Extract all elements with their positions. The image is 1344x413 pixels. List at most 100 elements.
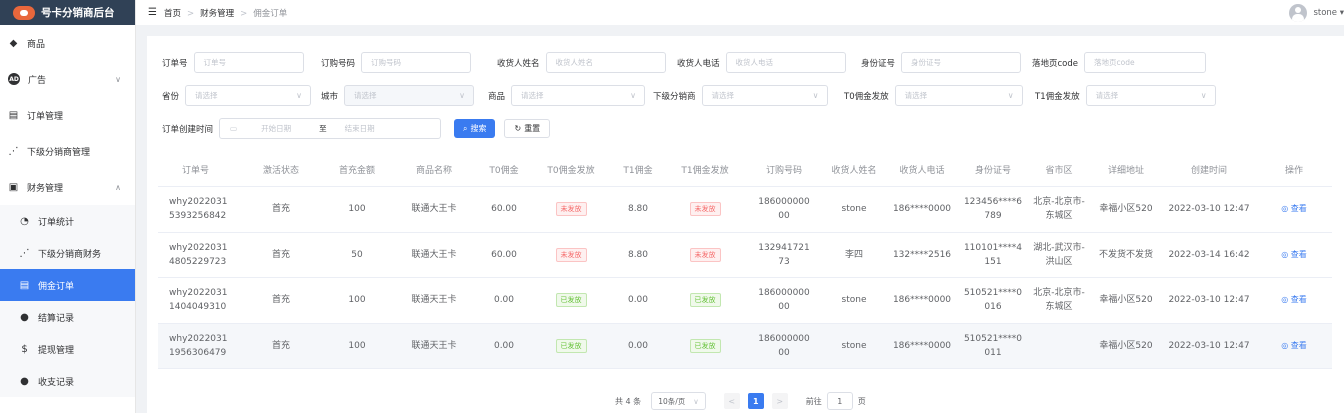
page-unit-label: 页 [857, 396, 866, 406]
city-placeholder: 请选择 [354, 91, 377, 100]
t1-placeholder: 请选择 [1095, 91, 1119, 100]
cell-text: 北京-北京市-东城区 [1033, 197, 1085, 222]
search-button[interactable]: ⌕ 搜索 [454, 119, 496, 138]
table-row: why20220311404049310 首充 100 联通天王卡 0.00 已发放 0.0… [158, 278, 1332, 324]
cell-name: stone [822, 202, 886, 216]
cell-amount: 100 [324, 202, 390, 216]
cell-t1-pay: 未发放 [664, 202, 746, 217]
goods-placeholder: 请选择 [521, 91, 544, 100]
sidebar-item-1[interactable]: AD 广告 ∨ [0, 61, 135, 97]
avatar[interactable] [1289, 3, 1308, 22]
cell-text: stone [841, 204, 867, 215]
cell-text: 2022-03-10 12:47 [1168, 340, 1250, 351]
goto-label: 前往 [805, 396, 822, 406]
cell-text: 2022-03-14 16:42 [1168, 249, 1250, 260]
submenu-item-4[interactable]: $ 提现管理 [0, 333, 135, 365]
eye-icon: ◎ [1281, 249, 1291, 259]
cell-text: 186****0000 [892, 340, 952, 351]
refresh-icon: ↻ [514, 124, 522, 133]
user-menu[interactable]: stone ▾ [1289, 0, 1344, 25]
cell-text: 0.00 [493, 340, 515, 351]
cell-region [1028, 339, 1090, 353]
sub-dist-label: 下级分销商 [653, 91, 696, 102]
cell-t0-pay: 未发放 [530, 247, 612, 262]
cell-goods: 联通大王卡 [390, 248, 478, 262]
cell-text: 510521****0016 [963, 288, 1023, 313]
cell-text: 18600000000 [758, 197, 810, 222]
sidebar-item-3[interactable]: ⋰ 下级分销商管理 [0, 133, 135, 169]
cell-text: 幸福小区520 [1099, 204, 1153, 215]
submenu-item-0[interactable]: ◔ 订单统计 [0, 205, 135, 237]
column-header: 省市区 [1045, 165, 1073, 176]
column-header: 首充金额 [338, 165, 375, 176]
chevron-down-icon: ∨ [1200, 91, 1207, 100]
sidebar-item-4[interactable]: ▣ 财务管理 ∧ [0, 169, 135, 205]
chevron-down-icon: ∨ [115, 74, 121, 84]
cell-t1-pay: 已发放 [664, 293, 746, 308]
cell-text: 18600000000 [758, 333, 810, 358]
city-select[interactable]: 请选择 ∨ [344, 85, 475, 106]
cell-name: stone [822, 339, 886, 353]
reset-button[interactable]: ↻ 重置 [504, 119, 551, 138]
breadcrumb-finance[interactable]: 财务管理 [200, 9, 234, 19]
province-select[interactable]: 请选择 ∨ [185, 85, 312, 106]
cell-text: stone [841, 340, 867, 351]
cell-op: ◎ 查看 [1256, 248, 1332, 262]
page-1-button[interactable]: 1 [747, 393, 764, 409]
goto-page-input[interactable]: 1 [826, 392, 853, 410]
sidebar-item-2[interactable]: ▤ 订单管理 [0, 97, 135, 133]
eye-icon: ◎ [1281, 295, 1291, 305]
submenu-item-5[interactable]: ● 收支记录 [0, 365, 135, 397]
breadcrumb-home[interactable]: 首页 [164, 9, 181, 19]
main-panel: 订单号 订单号 订购号码 订购号码 收货人姓名 收货人姓名 收货人电话 收货人电… [147, 36, 1344, 413]
cell-text: 幸福小区520 [1099, 340, 1153, 351]
view-button[interactable]: ◎ 查看 [1281, 250, 1307, 259]
date-range-picker[interactable]: ▭ 开始日期 至 结束日期 [219, 118, 442, 139]
id-no-input[interactable]: 身份证号 [901, 52, 1022, 73]
column-header: 身份证号 [974, 165, 1011, 176]
cell-text: 60.00 [491, 204, 517, 215]
column-header: T1佣金发放 [681, 165, 729, 176]
sub-dist-select[interactable]: 请选择 ∨ [701, 85, 828, 106]
distributor-icon: ⋰ [8, 145, 19, 157]
view-button[interactable]: ◎ 查看 [1281, 341, 1307, 350]
sidebar: 号卡分销商后台 ◆ 商品 AD 广告 ∨ ▤ 订单管理 ⋰ 下级分销商管理 ▣ 财务管理 ∧ ◔ 订单统… [0, 0, 136, 413]
view-button[interactable]: ◎ 查看 [1281, 204, 1307, 213]
column-header: 订购号码 [765, 165, 802, 176]
order-no-input[interactable]: 订单号 [193, 52, 304, 73]
next-page-button[interactable]: > [771, 393, 788, 409]
cell-t0-pay: 已发放 [530, 338, 612, 353]
goods-select[interactable]: 请选择 ∨ [511, 85, 646, 106]
prev-page-button[interactable]: < [723, 393, 740, 409]
sub-code-input[interactable]: 订购号码 [361, 52, 472, 73]
phone-input[interactable]: 收货人电话 [725, 52, 846, 73]
cell-t1: 0.00 [612, 339, 664, 353]
cell-text: 50 [351, 249, 363, 260]
date-end[interactable]: 结束日期 [345, 123, 375, 134]
landing-input[interactable]: 落地页code [1084, 52, 1206, 73]
eye-icon: ◎ [1281, 340, 1291, 350]
name-input[interactable]: 收货人姓名 [545, 52, 666, 73]
date-start[interactable]: 开始日期 [261, 123, 317, 134]
view-button[interactable]: ◎ 查看 [1281, 295, 1307, 304]
cell-status: 首充 [238, 202, 324, 216]
username[interactable]: stone ▾ [1313, 8, 1344, 18]
submenu-item-2[interactable]: ▤ 佣金订单 [0, 269, 135, 301]
ad-icon: AD [8, 73, 20, 85]
cell-t1: 0.00 [612, 293, 664, 307]
sidebar-item-0[interactable]: ◆ 商品 [0, 25, 135, 61]
submenu-item-1[interactable]: ⋰ 下级分销商财务 [0, 237, 135, 269]
cell-phone: 186****0000 [886, 293, 958, 307]
cell-text: 18600000000 [758, 288, 810, 313]
t1-select[interactable]: 请选择 ∨ [1085, 85, 1216, 106]
submenu-item-label: 结算记录 [38, 313, 75, 324]
submenu-item-3[interactable]: ● 结算记录 [0, 301, 135, 333]
t0-select[interactable]: 请选择 ∨ [894, 85, 1023, 106]
pagination: 共 4 条 10条/页 ∨ < 1 > 前往 1 页 [615, 392, 866, 410]
collapse-menu-icon[interactable]: ☰ [148, 7, 157, 18]
table-row: why20220314805229723 首充 50 联通大王卡 60.00 未发放 8.8… [158, 233, 1332, 278]
cell-sub: 18600000000 [746, 286, 822, 314]
page-size-select[interactable]: 10条/页 ∨ [651, 392, 706, 410]
breadcrumb-current: 佣金订单 [253, 8, 288, 19]
t0-placeholder: 请选择 [904, 91, 928, 100]
